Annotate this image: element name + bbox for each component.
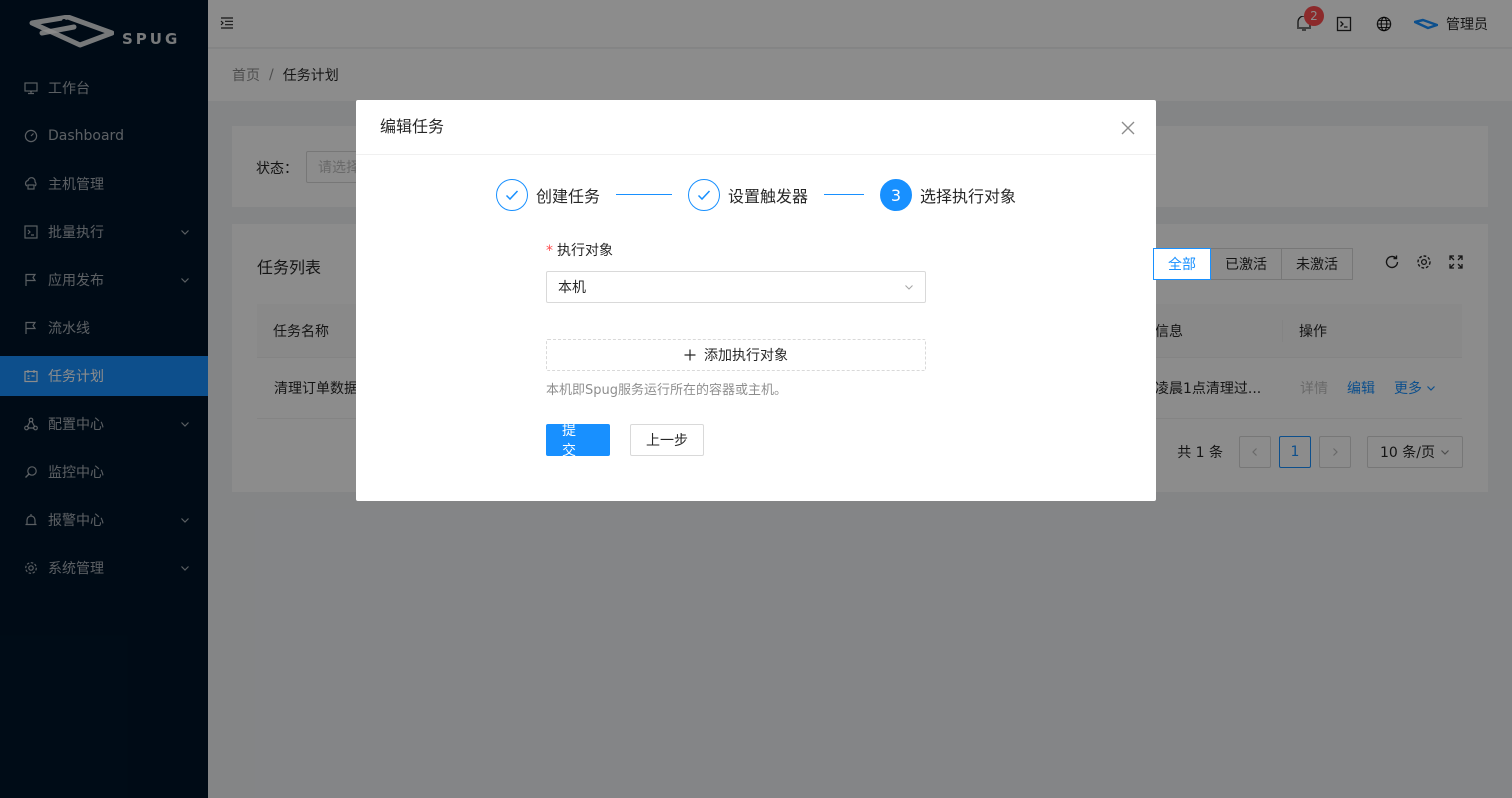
check-icon (688, 179, 720, 211)
target-label-text: 执行对象 (557, 243, 613, 259)
form-actions: 提交 上一步 (546, 423, 926, 459)
segment-all[interactable]: 全部 (1153, 248, 1211, 280)
step-title: 创建任务 (536, 187, 601, 206)
step-create-task: 创建任务 (496, 179, 600, 211)
edit-task-modal: 编辑任务 创建任务 设置触发器 3 选择执行对象 * 执行对象 本机 添加执行对象 (356, 100, 1156, 501)
step-title: 设置触发器 (728, 187, 809, 206)
submit-button[interactable]: 提交 (546, 423, 610, 459)
plus-icon (684, 349, 696, 361)
steps: 创建任务 设置触发器 3 选择执行对象 (496, 179, 1036, 211)
target-help-text: 本机即Spug服务运行所在的容器或主机。 (546, 383, 787, 398)
step-select-target: 3 选择执行对象 (880, 179, 1016, 211)
modal-header: 编辑任务 (356, 100, 1156, 155)
target-select-value: 本机 (558, 280, 586, 296)
check-icon (496, 179, 528, 211)
close-icon[interactable] (1116, 116, 1140, 140)
add-target-label: 添加执行对象 (704, 348, 788, 364)
modal-title: 编辑任务 (380, 117, 445, 136)
step-connector (616, 194, 672, 195)
chevron-down-icon (905, 285, 913, 290)
target-form: * 执行对象 本机 添加执行对象 本机即Spug服务运行所在的容器或主机。 提交 … (546, 240, 926, 459)
step-set-trigger: 设置触发器 (688, 179, 808, 211)
step-number: 3 (880, 179, 912, 211)
target-label: * 执行对象 (546, 240, 926, 264)
prev-step-button[interactable]: 上一步 (630, 424, 704, 456)
step-title: 选择执行对象 (920, 187, 1017, 206)
target-select[interactable]: 本机 (546, 271, 926, 303)
required-mark: * (546, 243, 553, 259)
step-connector (824, 194, 864, 195)
add-target-button[interactable]: 添加执行对象 (546, 339, 926, 371)
